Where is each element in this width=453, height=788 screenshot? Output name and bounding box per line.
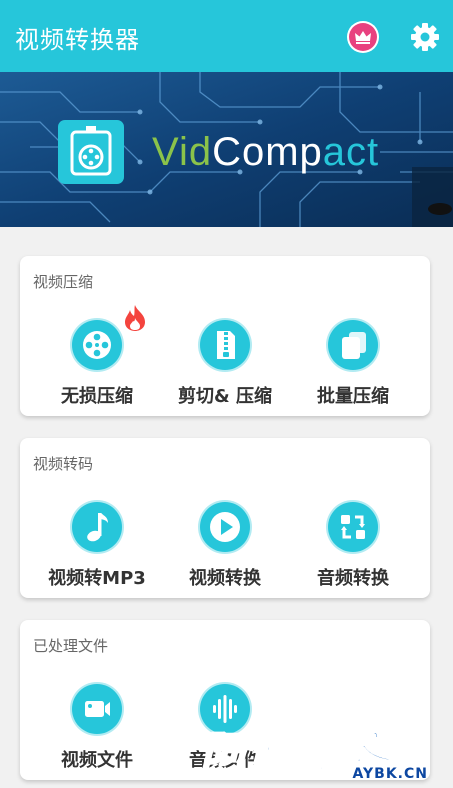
brand-part-vid: Vid [152,130,213,174]
zip-file-icon [200,320,250,370]
stacked-files-icon [328,320,378,370]
brand-part-act: act [322,130,380,174]
section-title: 视频转码 [33,455,94,473]
fire-icon [123,304,147,332]
section-title: 已处理文件 [33,637,109,655]
crown-icon [349,23,377,51]
sound-wave-icon [200,684,250,734]
feature-label: 剪切& 压缩 [178,386,272,407]
section-video-compress: 视频压缩 无损压缩 剪切& 压缩 批量压缩 [20,256,430,416]
film-reel-icon [72,320,122,370]
feature-label: 视频文件 [61,750,133,771]
feature-label: 视频转换 [189,568,261,589]
video-camera-icon [72,684,122,734]
vip-button[interactable] [347,21,379,53]
app-bar: 视频转换器 [0,0,453,72]
gear-icon[interactable] [409,21,441,53]
section-processed-files: 已处理文件 视频文件 音频文件 [20,620,430,780]
section-video-transcode: 视频转码 视频转MP3 视频转换 音频转换 [20,438,430,598]
brand-part-comp: Comp [212,130,323,174]
banner-brand-logo: VidCompact [152,130,379,175]
music-note-icon [72,502,122,552]
feature-label: 批量压缩 [317,386,389,407]
section-title: 视频压缩 [33,273,94,291]
feature-label: 音频转换 [317,568,389,589]
app-title: 视频转换器 [15,26,140,54]
feature-label: 无损压缩 [61,386,133,407]
play-icon [200,502,250,552]
feature-label: 视频转MP3 [48,568,146,589]
feature-label: 音频文件 [189,750,261,771]
convert-arrows-icon [328,502,378,552]
